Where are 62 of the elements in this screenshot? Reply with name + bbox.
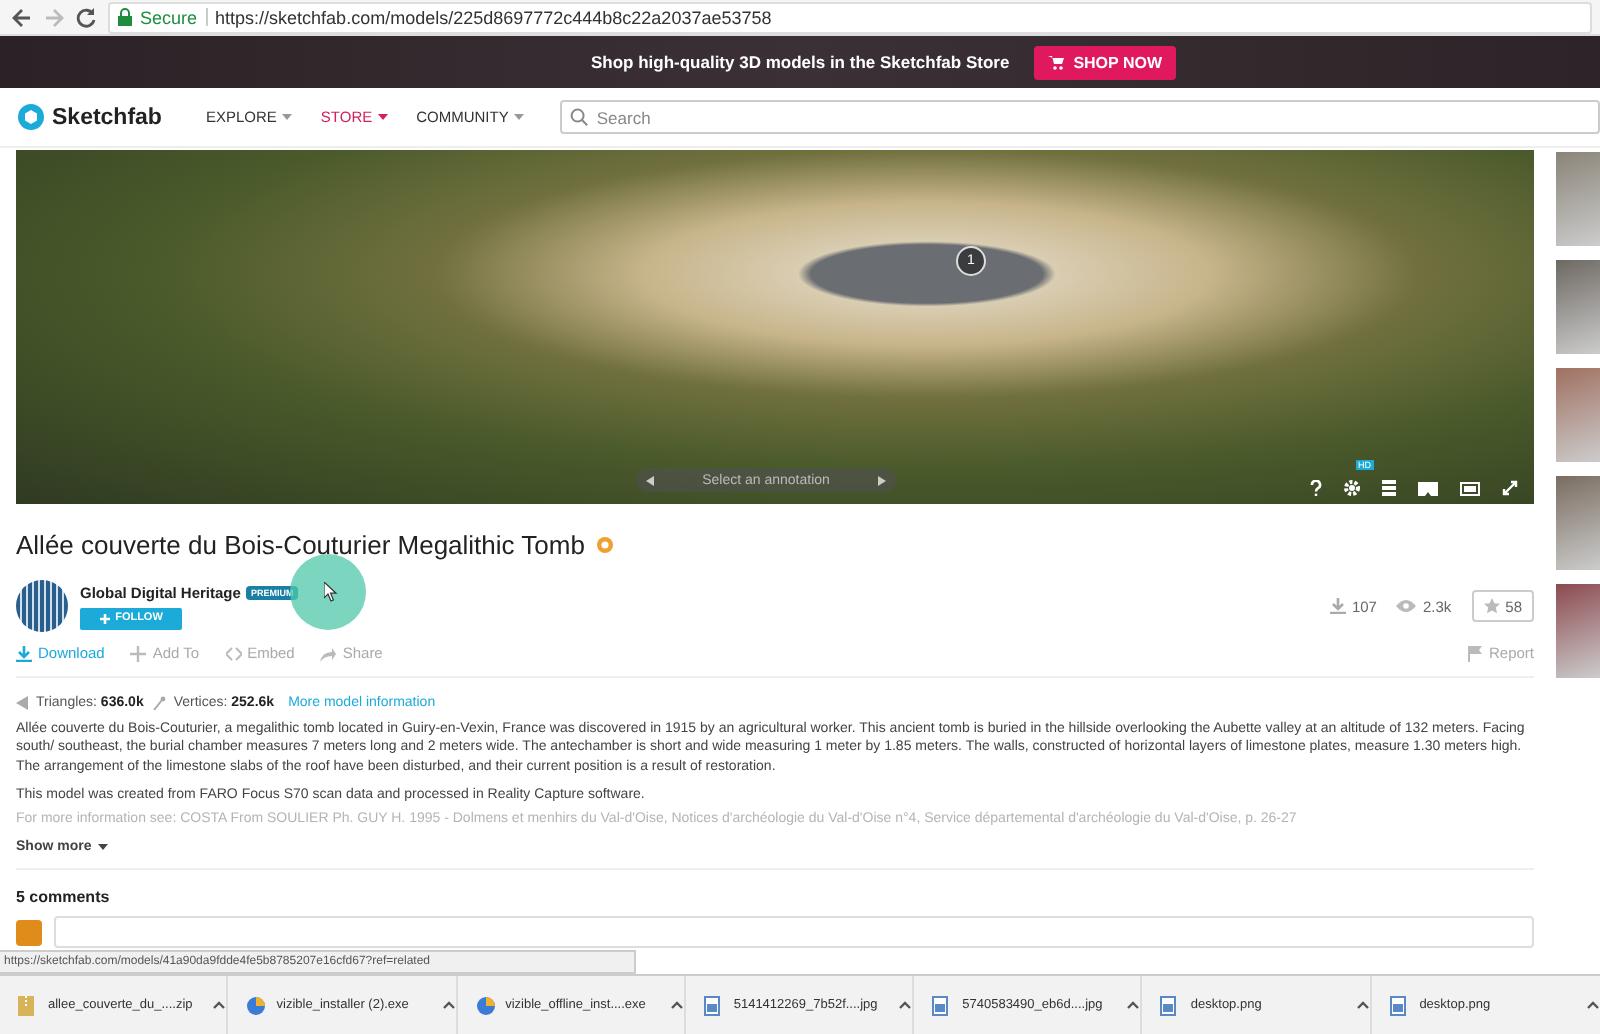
share-arrow-icon — [320, 645, 337, 661]
flag-icon — [1468, 645, 1483, 661]
caret-down-icon — [514, 114, 525, 120]
settings-icon[interactable] — [1344, 480, 1360, 496]
shop-now-button[interactable]: SHOP NOW — [1033, 45, 1176, 79]
chevron-up-icon[interactable] — [212, 1000, 227, 1010]
next-triangle-icon[interactable] — [877, 475, 886, 485]
fullscreen-icon[interactable] — [1502, 480, 1518, 496]
thumbnail-photo[interactable] — [1556, 584, 1600, 678]
layers-icon[interactable] — [1382, 480, 1396, 496]
previous-triangle-icon[interactable] — [646, 475, 654, 485]
thumbnail-photo[interactable] — [1556, 476, 1600, 570]
caret-down-icon — [97, 844, 108, 851]
plus-icon — [99, 613, 110, 623]
comment-field[interactable] — [54, 916, 1534, 949]
chevron-up-icon[interactable] — [1355, 1000, 1370, 1010]
logo-text[interactable]: Sketchfab — [52, 105, 162, 129]
cart-icon — [1047, 55, 1064, 69]
staff-pick-icon — [596, 536, 615, 554]
installer-file-icon — [475, 995, 496, 1015]
thumbnail-photo[interactable] — [1556, 152, 1600, 246]
chevron-up-icon[interactable] — [1585, 1000, 1600, 1010]
chevron-up-icon[interactable] — [669, 1000, 684, 1010]
vr-headset-icon[interactable] — [1418, 481, 1438, 495]
star-icon — [1483, 598, 1500, 614]
address-bar[interactable]: Secure https://sketchfab.com/models/225d8697772c444b8c22a2037ae53758 — [108, 1, 1592, 33]
download-icon — [16, 645, 32, 661]
chevron-up-icon[interactable] — [441, 1000, 456, 1010]
user-avatar — [16, 919, 42, 946]
image-file-icon — [1160, 995, 1181, 1015]
eye-icon — [1396, 600, 1417, 612]
security-label: Secure — [140, 7, 198, 27]
zip-file-icon — [18, 995, 38, 1015]
image-file-icon — [932, 995, 953, 1015]
logo-icon[interactable] — [18, 104, 44, 130]
chevron-up-icon[interactable] — [1126, 1000, 1141, 1010]
plus-icon — [130, 645, 147, 661]
reload-icon[interactable] — [76, 7, 96, 27]
url-text: https://sketchfab.com/models/225d8697772c444b8c22a2037ae53758 — [215, 7, 772, 27]
installer-file-icon — [246, 995, 267, 1015]
vertex-icon — [151, 696, 166, 710]
thumbnail-photo[interactable] — [1556, 260, 1600, 354]
back-arrow-icon[interactable] — [12, 7, 32, 27]
code-icon — [225, 645, 242, 661]
chevron-up-icon[interactable] — [898, 1000, 913, 1010]
padlock-icon — [118, 8, 132, 26]
image-file-icon — [703, 995, 724, 1015]
image-file-icon — [1389, 995, 1410, 1015]
help-icon[interactable] — [1310, 480, 1322, 496]
author-avatar[interactable] — [16, 580, 68, 632]
download-count-icon — [1329, 598, 1346, 614]
triangle-icon — [16, 696, 28, 710]
caret-down-icon — [282, 114, 293, 120]
mouse-pointer-icon — [324, 582, 338, 602]
caret-down-icon — [378, 114, 389, 120]
screen-icon[interactable] — [1460, 481, 1480, 495]
thumbnail-photo[interactable] — [1556, 368, 1600, 462]
promo-text: Shop high-quality 3D models in the Sketchfab Store — [590, 52, 1010, 72]
comments-heading: 5 comments — [16, 888, 112, 907]
search-icon — [570, 108, 589, 126]
model-title: Allée couverte du Bois-Couturier Megalithic Tomb — [16, 530, 585, 560]
search-field[interactable]: Search — [560, 100, 1600, 134]
